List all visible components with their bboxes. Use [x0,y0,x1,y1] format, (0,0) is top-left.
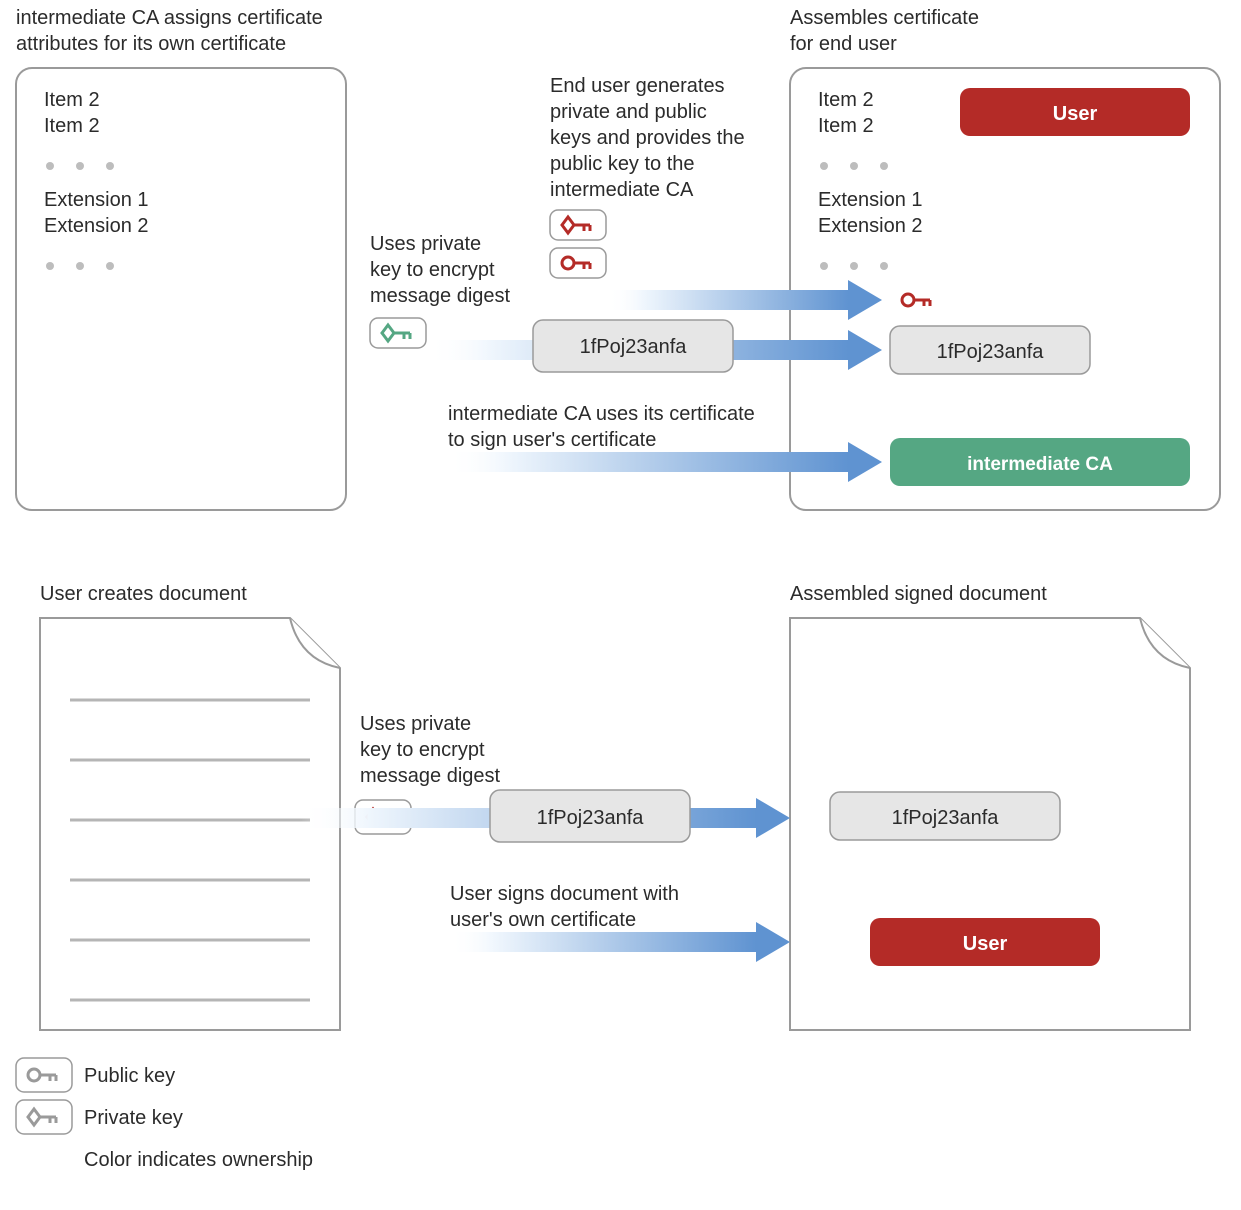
enduser-text-3: keys and provides the [550,127,745,149]
top-right-title-1: Assembles certificate [790,7,979,29]
right-cert-item-a: Item 2 [818,89,874,111]
top-right-title-2: for end user [790,33,897,55]
left-document [40,618,340,1030]
top-left-title-2: attributes for its own certificate [16,33,286,55]
ica-uses-1: intermediate CA uses its certificate [448,403,755,425]
top-left-title-1: intermediate CA assigns certificate [16,7,323,29]
user-signs-1: User signs document with [450,883,679,905]
dot [76,262,84,270]
dot [46,262,54,270]
ica-badge-label: intermediate CA [967,454,1113,475]
enduser-text-2: private and public [550,101,707,123]
enduser-text-5: intermediate CA [550,179,694,201]
user-badge-label: User [1053,103,1098,125]
bottom-right-title: Assembled signed document [790,583,1047,605]
uses-private-2: key to encrypt [370,259,495,281]
user-signs-2: user's own certificate [450,909,636,931]
right-cert-item-b: Item 2 [818,115,874,137]
right-cert-ext-b: Extension 2 [818,215,923,237]
digest-text-right-top: 1fPoj23anfa [937,341,1045,363]
legend-private-label: Private key [84,1107,183,1129]
left-cert-ext-b: Extension 2 [44,215,149,237]
legend-public-label: Public key [84,1065,175,1087]
enduser-text-1: End user generates [550,75,725,97]
uses-private-b3: message digest [360,765,501,787]
dot [76,162,84,170]
left-cert-ext-a: Extension 1 [44,189,149,211]
user-badge-bottom-label: User [963,933,1008,955]
dot [106,262,114,270]
dot [820,262,828,270]
uses-private-b1: Uses private [360,713,471,735]
enduser-text-4: public key to the [550,153,695,175]
dot [850,262,858,270]
uses-private-1: Uses private [370,233,481,255]
dot [850,162,858,170]
digest-text-mid-top: 1fPoj23anfa [580,336,688,358]
left-cert-item-a: Item 2 [44,89,100,111]
dot [880,162,888,170]
digest-text-mid-bottom: 1fPoj23anfa [537,807,645,829]
uses-private-3: message digest [370,285,511,307]
legend-ownership: Color indicates ownership [84,1149,313,1171]
dot [106,162,114,170]
uses-private-b2: key to encrypt [360,739,485,761]
dot [880,262,888,270]
dot [820,162,828,170]
dot [46,162,54,170]
digest-text-right-bottom: 1fPoj23anfa [892,807,1000,829]
left-cert-item-b: Item 2 [44,115,100,137]
bottom-left-title: User creates document [40,583,247,605]
ica-uses-2: to sign user's certificate [448,429,656,451]
right-cert-ext-a: Extension 1 [818,189,923,211]
